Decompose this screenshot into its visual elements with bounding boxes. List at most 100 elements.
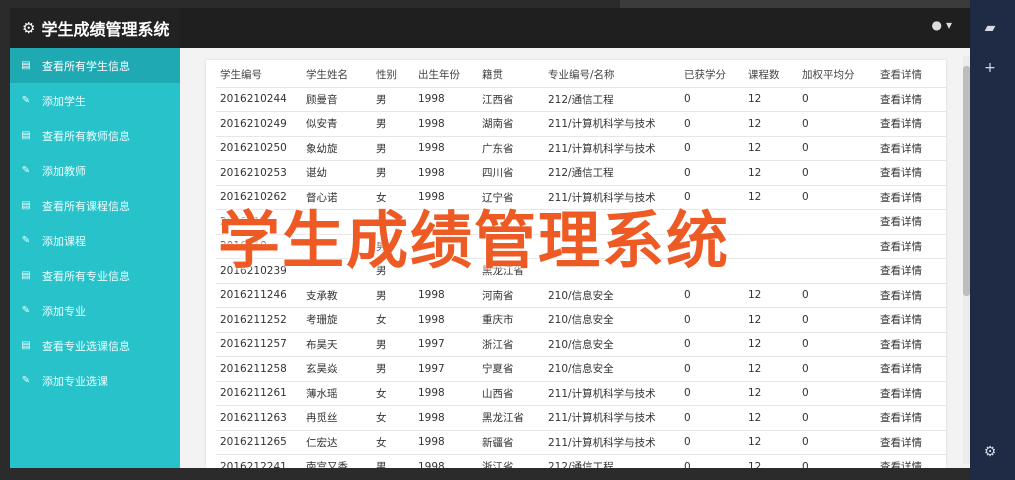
view-details-link[interactable]: 查看详情 [876,429,946,455]
user-menu[interactable]: ● ▾ [931,18,952,32]
table-cell: 0 [680,454,744,468]
table-cell: 2016210253 [216,160,302,185]
column-header[interactable]: 查看详情 [876,63,946,87]
brand[interactable]: ⚙ 学生成绩管理系统 [10,8,180,48]
sidebar-item[interactable]: ✎ 添加专业选课 [10,363,180,398]
table-cell [680,209,744,234]
table-cell: 河南省 [478,282,544,308]
sidebar-item[interactable]: ✎ 添加教师 [10,153,180,188]
table-cell: 1998 [414,135,478,161]
column-header[interactable]: 性别 [372,63,414,87]
table-cell: 0 [798,184,876,210]
user-icon: ● [931,18,942,32]
view-details-link[interactable]: 查看详情 [876,184,946,210]
column-header[interactable]: 学生姓名 [302,63,372,87]
table-cell: 2016212241 [216,454,302,468]
table-cell [302,258,372,283]
column-header[interactable]: 已获学分 [680,63,744,87]
plus-icon[interactable]: + [978,56,1002,80]
scroll-thumb[interactable] [963,66,970,296]
column-header[interactable]: 籍贯 [478,63,544,87]
table-cell: 2016211257 [216,331,302,357]
table-header-row: 学生编号 学生姓名 性别 出生年份 籍贯 专业编号/名称 已获学分 课程数 加权平均分 查看详情 [216,63,946,87]
table-cell: 0 [798,429,876,455]
table-cell: 12 [744,160,798,185]
table-cell: 0 [680,184,744,210]
view-details-link[interactable]: 查看详情 [876,86,946,112]
table-cell: 四川省 [478,160,544,185]
table-row: 2016211265 仁宏达女 1998 新疆省 211/计算机科学与技术 0 12 0 查看详… [216,429,946,455]
table-cell: 冉觅丝 [302,405,372,430]
table-cell: 212/通信工程 [544,454,680,468]
view-details-link[interactable]: 查看详情 [876,209,946,234]
table-cell: 0 [680,282,744,308]
table-cell: 212/通信工程 [544,86,680,112]
view-details-link[interactable]: 查看详情 [876,454,946,468]
column-header[interactable]: 出生年份 [414,63,478,87]
table-cell: 12 [744,111,798,136]
table-cell: 0 [798,111,876,136]
column-header[interactable]: 专业编号/名称 [544,63,680,87]
table-cell: 女 [372,380,414,406]
table-cell [744,209,798,234]
table-cell: 1998 [414,86,478,112]
caret-down-icon: ▾ [945,18,952,32]
table-row: 2016211263 冉觅丝女 1998 黑龙江省 211/计算机科学与技术 0 12 0 查看… [216,405,946,430]
table-icon: ▤ [21,270,31,281]
column-header[interactable]: 学生编号 [216,63,302,87]
sidebar-item-label: 添加课程 [42,234,86,248]
table-icon: ▤ [21,340,31,351]
table-cell: 男 [372,111,414,136]
table-cell: 湖南省 [478,111,544,136]
table-cell [680,258,744,283]
view-details-link[interactable]: 查看详情 [876,135,946,161]
view-details-link[interactable]: 查看详情 [876,111,946,136]
table-cell [544,209,680,234]
view-details-link[interactable]: 查看详情 [876,331,946,357]
table-row: 2016211257 布昊天男 1997 浙江省 210/信息安全 0 12 0 查看详情 [216,331,946,357]
view-details-link[interactable]: 查看详情 [876,356,946,381]
table-cell: 男 [372,233,414,259]
sidebar-item[interactable]: ▤ 查看所有课程信息 [10,188,180,223]
view-details-link[interactable]: 查看详情 [876,380,946,406]
sidebar-item[interactable]: ✎ 添加专业 [10,293,180,328]
table-icon: ▤ [21,60,31,71]
table-cell: 0 [680,380,744,406]
view-details-link[interactable]: 查看详情 [876,233,946,259]
table-cell: 女 [372,184,414,210]
table-cell: 2016210... [216,233,302,259]
table-cell: 0 [798,454,876,468]
table-cell: 象幼旋 [302,135,372,161]
table-cell [744,233,798,259]
table-cell [544,258,680,283]
table-cell: 211/计算机科学与技术 [544,380,680,406]
column-header[interactable]: 课程数 [744,63,798,87]
table-cell: 2016210250 [216,135,302,161]
table-cell: 男 [372,135,414,161]
table-cell: 浙江省 [478,331,544,357]
view-details-link[interactable]: 查看详情 [876,405,946,430]
table-cell: 210/信息安全 [544,282,680,308]
app-launcher-icon[interactable]: ▰ [978,16,1002,40]
table-cell: 2016211258 [216,356,302,381]
view-details-link[interactable]: 查看详情 [876,160,946,185]
table-cell: 210/信息安全 [544,331,680,357]
sidebar-item[interactable]: ▤ 查看专业选课信息 [10,328,180,363]
table-cell: 0 [680,356,744,381]
table-cell: 女 [372,307,414,332]
sidebar-item[interactable]: ✎ 添加学生 [10,83,180,118]
view-details-link[interactable]: 查看详情 [876,282,946,308]
table-cell: 0 [680,307,744,332]
view-details-link[interactable]: 查看详情 [876,258,946,283]
table-cell: 212/通信工程 [544,160,680,185]
view-details-link[interactable]: 查看详情 [876,307,946,332]
sidebar-item[interactable]: ▤ 查看所有学生信息 [10,48,180,83]
sidebar-item[interactable]: ▤ 查看所有教师信息 [10,118,180,153]
gear-icon[interactable]: ⚙ [978,440,1002,464]
column-header[interactable]: 加权平均分 [798,63,876,87]
table-cell: 男 [372,86,414,112]
sidebar-item[interactable]: ▤ 查看所有专业信息 [10,258,180,293]
sidebar-item[interactable]: ✎ 添加课程 [10,223,180,258]
vertical-scrollbar[interactable] [963,56,970,464]
table-cell: 女 [372,429,414,455]
